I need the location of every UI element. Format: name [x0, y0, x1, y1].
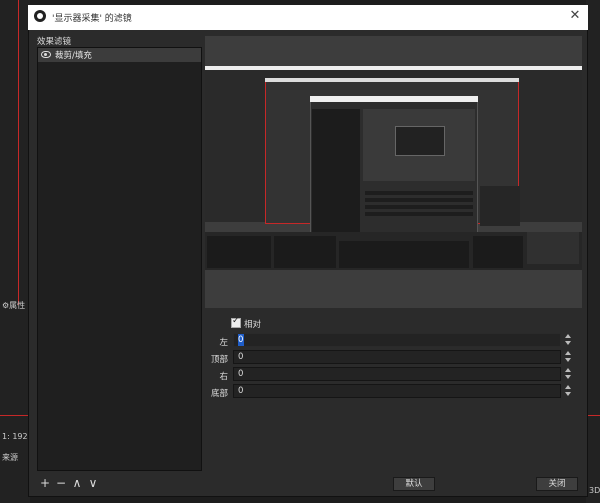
- bottom-spinbox[interactable]: 0: [233, 384, 561, 398]
- top-spinbox[interactable]: 0: [233, 350, 561, 364]
- right-spinbox[interactable]: 0: [233, 367, 561, 381]
- bg-red-line-right: [586, 415, 600, 416]
- preview-dock-scenes: [207, 236, 271, 268]
- preview-nested-dialog-title: [310, 96, 478, 102]
- preview-nested-menu: [265, 78, 519, 82]
- left-spinbox-value: 0: [238, 334, 244, 346]
- remove-filter-button[interactable]: −: [54, 476, 68, 490]
- move-up-button[interactable]: ∧: [70, 476, 84, 490]
- preview-nested-list: [312, 109, 360, 235]
- left-label: 左: [219, 338, 228, 348]
- right-stepper[interactable]: [563, 367, 574, 381]
- obs-logo-icon: [34, 10, 46, 22]
- bg-properties-label: ⚙属性: [2, 301, 26, 310]
- left-stepper[interactable]: [563, 333, 574, 347]
- preview-dock-sources: [274, 236, 336, 268]
- preview-dock-transitions: [473, 236, 523, 268]
- effect-filters-label: 效果滤镜: [37, 37, 72, 47]
- top-label: 顶部: [210, 355, 228, 365]
- relative-label: 相对: [244, 320, 262, 330]
- preview-nested-panel: [480, 186, 520, 226]
- right-spinbox-value: 0: [238, 369, 244, 379]
- bottom-label: 底部: [210, 389, 228, 399]
- preview-nested-field: [365, 198, 473, 202]
- top-spinbox-value: 0: [238, 352, 244, 362]
- close-button[interactable]: 关闭: [536, 477, 578, 491]
- bg-3d-label: 3D: [589, 486, 600, 495]
- preview-nested-field: [365, 212, 473, 216]
- top-stepper[interactable]: [563, 350, 574, 364]
- background-main-window-right: [586, 0, 600, 503]
- bottom-spinbox-value: 0: [238, 386, 244, 396]
- dialog-title: '显示器采集' 的滤镜: [52, 14, 132, 24]
- relative-checkbox[interactable]: [231, 316, 241, 328]
- close-icon[interactable]: ✕: [568, 9, 582, 23]
- filter-item-label: 裁剪/填充: [55, 51, 92, 61]
- preview-nested-field: [365, 191, 473, 195]
- preview-nested-field: [365, 205, 473, 209]
- preview-dock-controls: [527, 232, 579, 264]
- bg-preview-border-left: [18, 0, 19, 305]
- preview-nested-deep: [395, 126, 445, 156]
- preview-dock-mixer: [339, 241, 469, 268]
- move-down-button[interactable]: ∨: [86, 476, 100, 490]
- bg-red-line: [0, 415, 30, 416]
- add-filter-button[interactable]: +: [38, 476, 52, 490]
- eye-icon[interactable]: [41, 51, 51, 58]
- filter-preview: [205, 36, 582, 308]
- left-spinbox[interactable]: 0: [233, 333, 561, 347]
- right-label: 右: [219, 372, 228, 382]
- background-main-window-left: [0, 0, 30, 503]
- bg-sources-label: 来源: [2, 453, 18, 462]
- defaults-button[interactable]: 默认: [393, 477, 435, 491]
- bottom-stepper[interactable]: [563, 384, 574, 398]
- filter-list[interactable]: [37, 47, 202, 471]
